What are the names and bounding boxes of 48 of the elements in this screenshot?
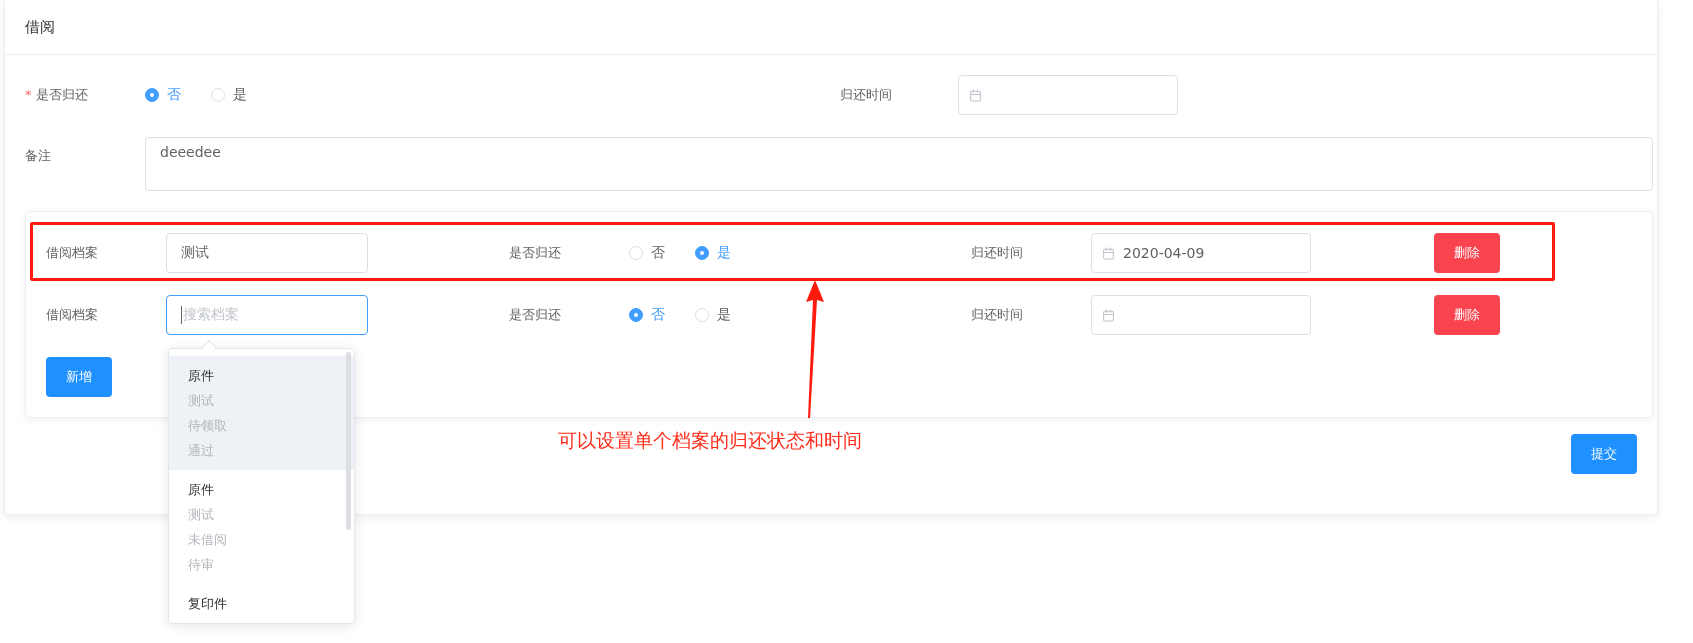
field-label: 归还时间 [971, 244, 1024, 262]
delete-button[interactable]: 删除 [1434, 233, 1500, 273]
radio-option[interactable]: 是 [211, 86, 247, 104]
radio-option[interactable]: 否 [629, 244, 665, 262]
radio-label: 是 [233, 86, 247, 104]
option-detail: 待审 [188, 556, 215, 574]
field-label: 归还时间 [840, 86, 893, 104]
field-label: 借阅档案 [46, 306, 99, 324]
option-detail: 测试 [188, 392, 215, 410]
field-label: 是否归还 [509, 244, 562, 262]
calendar-icon [969, 88, 982, 102]
date-value: 2020-04-09 [1123, 245, 1205, 261]
option-detail: 通过 [188, 442, 215, 460]
option-detail: 未借阅 [188, 531, 228, 549]
submit-button[interactable]: 提交 [1571, 434, 1637, 474]
option-title: 原件 [188, 367, 215, 385]
radio-label: 否 [167, 86, 181, 104]
remark-textarea[interactable]: deeedee [145, 137, 1653, 191]
dropdown-option[interactable]: 复印件 [169, 584, 354, 623]
field-label: 归还时间 [971, 306, 1024, 324]
delete-button[interactable]: 删除 [1434, 295, 1500, 335]
radio-icon[interactable] [695, 246, 709, 260]
radio-label: 否 [651, 244, 665, 262]
radio-icon[interactable] [629, 308, 643, 322]
date-field[interactable] [958, 75, 1178, 115]
field-label: 是否归还 [35, 87, 88, 102]
radio-icon[interactable] [145, 88, 159, 102]
card-title: 借阅 [25, 17, 55, 37]
field-label: 借阅档案 [46, 244, 99, 262]
annotation-text: 可以设置单个档案的归还状态和时间 [558, 428, 862, 453]
radio-label: 是 [717, 244, 731, 262]
field-label: 是否归还 [509, 306, 562, 324]
date-field[interactable] [1091, 295, 1311, 335]
option-title: 原件 [188, 481, 215, 499]
calendar-icon [1102, 246, 1115, 260]
archive-search-field[interactable]: 测试 [166, 233, 368, 273]
radio-label: 是 [717, 306, 731, 324]
scrollbar[interactable] [346, 352, 351, 530]
date-field[interactable]: 2020-04-09 [1091, 233, 1311, 273]
dropdown-option[interactable]: 原件 测试 未借阅 待审 [169, 470, 354, 584]
radio-label: 否 [651, 306, 665, 324]
radio-option[interactable]: 是 [695, 306, 731, 324]
field-label: 备注 [25, 147, 52, 165]
option-detail: 测试 [188, 506, 215, 524]
option-title: 复印件 [188, 595, 228, 613]
required-mark: * [25, 87, 32, 102]
calendar-icon [1102, 308, 1115, 322]
add-button[interactable]: 新增 [46, 357, 112, 397]
